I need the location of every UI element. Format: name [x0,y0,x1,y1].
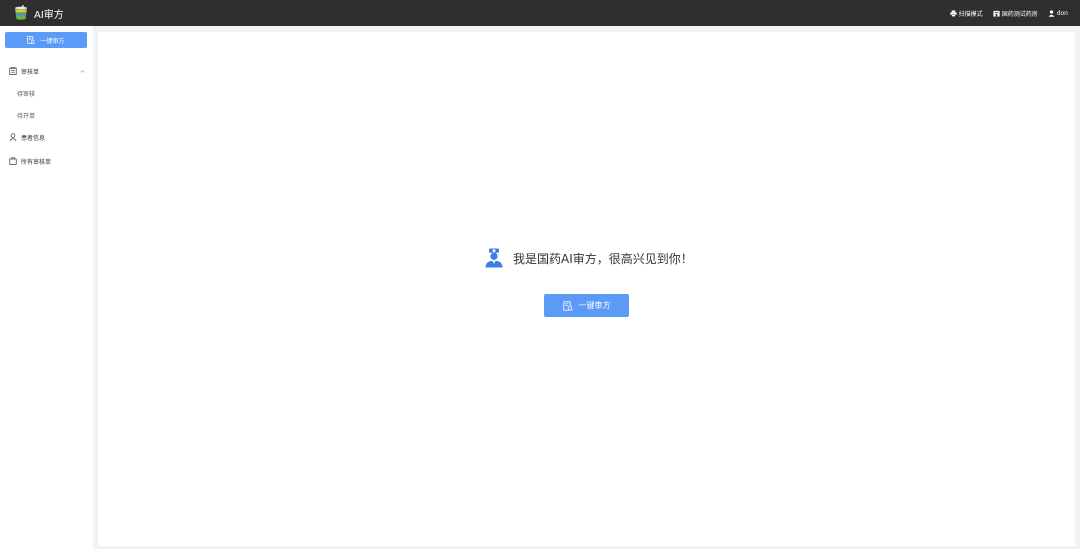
user-item[interactable]: don [1048,10,1068,17]
sidebar-item-patient-info[interactable]: 患者信息 [0,130,93,144]
prescription-icon [27,36,36,44]
sidebar-button-label: 一键审方 [40,37,65,45]
store-icon [993,10,1000,17]
top-bar: AI审方 扫描模式 国药测试药房 don [0,0,1080,26]
sidebar-subitem-pending-issue[interactable]: 待开单 [17,111,35,120]
doctor-avatar-icon [485,248,503,268]
pharmacy-item[interactable]: 国药测试药房 [993,9,1038,18]
sidebar-subitem-pending-review[interactable]: 待审核 [17,89,35,98]
sidebar-item-label: 审核单 [21,68,40,76]
brand[interactable]: AI审方 [13,5,64,21]
main-panel: 我是国药AI审方，很高兴见到你！ 一键审方 [98,32,1075,546]
main-button-label: 一键审方 [578,301,611,310]
clipboard-icon [9,67,17,75]
pharmacy-label: 国药测试药房 [1001,10,1038,18]
user-name: don [1056,9,1068,17]
drink-cup-logo-icon [15,5,27,20]
sidebar-one-click-review-button[interactable]: 一键审方 [5,32,87,48]
printer-icon [950,9,957,17]
welcome-message: 我是国药AI审方，很高兴见到你！ [484,248,693,268]
welcome-text: 我是国药AI审方，很高兴见到你！ [513,251,693,266]
folder-icon [9,157,17,165]
user-outline-icon [9,133,17,141]
sidebar-item-label: 所有审核单 [21,158,52,166]
sidebar-item-label: 患者信息 [21,134,46,142]
sidebar: 一键审方 审核单 待审核 待开单 患者信息 所有审核单 [0,26,93,549]
chevron-up-icon [80,69,85,73]
prescription-icon [562,300,573,311]
sidebar-item-review-list[interactable]: 审核单 [0,64,93,78]
user-icon [1048,9,1055,17]
scan-mode-label: 扫描模式 [958,10,983,18]
scan-mode-item[interactable]: 扫描模式 [950,9,983,18]
header-right: 扫描模式 国药测试药房 don [950,9,1068,18]
sidebar-item-all-reviews[interactable]: 所有审核单 [0,154,93,168]
app-title: AI审方 [34,9,64,21]
one-click-review-button[interactable]: 一键审方 [544,294,629,317]
